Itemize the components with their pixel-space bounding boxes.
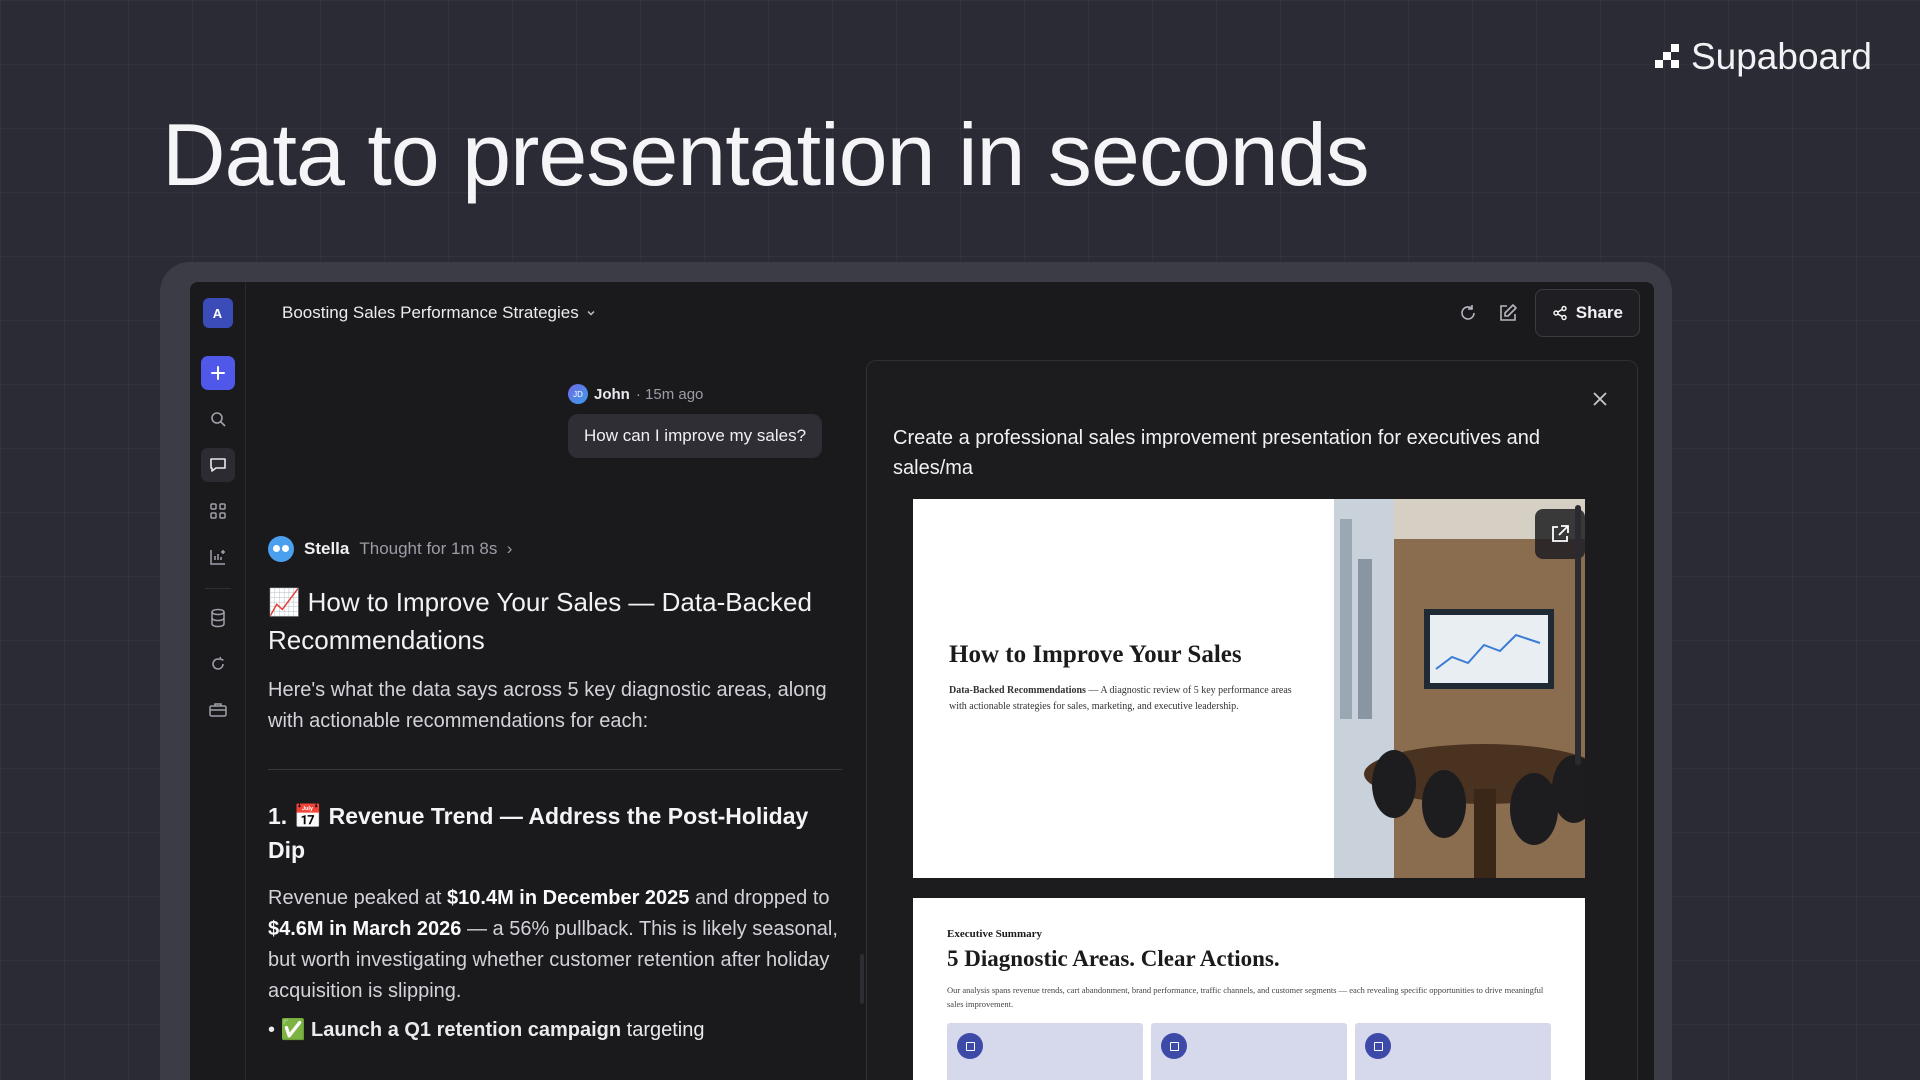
thought-duration: Thought for 1m 8s xyxy=(359,539,498,558)
list-item: • ✅ Launch a Q1 retention campaign targe… xyxy=(268,1019,705,1042)
refresh-icon xyxy=(1460,305,1475,320)
section1-heading: 1. 📅 Revenue Trend — Address the Post-Ho… xyxy=(268,803,809,863)
user-avatar: JD xyxy=(568,384,588,404)
section1-highlight: $4.6M in March 2026 xyxy=(268,918,462,941)
search-nav-button[interactable] xyxy=(201,402,235,436)
user-message-bubble: How can I improve my sales? xyxy=(568,414,823,458)
user-message-time: · 15m ago xyxy=(635,385,704,403)
search-icon xyxy=(210,412,226,427)
chat-thread[interactable]: JD John · 15m ago How can I improve my s… xyxy=(246,344,866,1080)
external-link-icon xyxy=(1552,525,1569,542)
summary-cards xyxy=(947,1023,1551,1080)
app-window: A Boosting Sales Performance Strategies … xyxy=(190,282,1654,1080)
user-message-meta: JD John · 15m ago xyxy=(568,384,822,404)
thought-duration-toggle[interactable]: Thought for 1m 8s › xyxy=(359,539,512,559)
section1-text: and dropped to xyxy=(689,887,830,910)
panel-scrollbar[interactable] xyxy=(1575,505,1581,765)
conversation-title: Boosting Sales Performance Strategies xyxy=(282,303,579,322)
briefcase-icon xyxy=(208,703,227,717)
device-frame: A Boosting Sales Performance Strategies … xyxy=(160,262,1672,1080)
chevron-down-icon xyxy=(587,310,595,316)
card-icon xyxy=(1365,1033,1391,1060)
slide-previews[interactable]: How to Improve Your Sales Data-Backed Re… xyxy=(893,499,1585,1080)
card-icon xyxy=(1161,1033,1187,1060)
user-message: JD John · 15m ago How can I improve my s… xyxy=(568,384,823,458)
refresh-spark-icon xyxy=(211,656,224,670)
sidebar-divider xyxy=(204,588,231,589)
presentation-panel: Create a professional sales improvement … xyxy=(866,360,1638,1080)
response-heading: 📈 How to Improve Your Sales — Data-Backe… xyxy=(268,587,812,655)
slide1-text-area: How to Improve Your Sales Data-Backed Re… xyxy=(913,499,1334,878)
slide2-eyebrow: Executive Summary xyxy=(947,928,1043,940)
topbar-actions: Share xyxy=(1455,289,1640,337)
toolbox-nav-button[interactable] xyxy=(201,693,235,727)
chat-nav-button[interactable] xyxy=(200,448,235,482)
boardroom-image xyxy=(1334,499,1585,878)
edit-button[interactable] xyxy=(1495,300,1521,326)
assistant-meta: Stella Thought for 1m 8s › xyxy=(268,536,842,562)
share-icon xyxy=(1553,305,1567,321)
apps-nav-button[interactable] xyxy=(201,494,235,528)
slide2-description: Our analysis spans revenue trends, cart … xyxy=(947,985,1544,1009)
content-area: JD John · 15m ago How can I improve my s… xyxy=(246,344,1654,1080)
database-icon xyxy=(210,608,225,628)
grid-icon xyxy=(209,503,226,519)
slide1-subtitle: Data-Backed Recommendations — A diagnost… xyxy=(949,683,1298,715)
new-chat-button[interactable] xyxy=(200,356,235,390)
chat-icon xyxy=(209,458,226,472)
bullet-text: targeting xyxy=(621,1019,705,1042)
brand-name: Supaboard xyxy=(1690,36,1872,77)
summary-card xyxy=(1151,1023,1347,1080)
edit-icon xyxy=(1499,304,1517,321)
topbar: Boosting Sales Performance Strategies Sh… xyxy=(246,282,1654,344)
insights-nav-button[interactable] xyxy=(201,647,235,681)
workspace-avatar[interactable]: A xyxy=(202,298,233,328)
supaboard-logo-icon xyxy=(1654,44,1681,70)
card-icon xyxy=(957,1033,983,1060)
resize-handle[interactable] xyxy=(860,954,864,1004)
close-icon xyxy=(1593,392,1607,406)
summary-card xyxy=(947,1023,1143,1080)
conversation-title-dropdown[interactable]: Boosting Sales Performance Strategies xyxy=(282,303,597,323)
refresh-button[interactable] xyxy=(1455,300,1481,326)
slide2-title: 5 Diagnostic Areas. Clear Actions. xyxy=(947,946,1280,971)
summary-card xyxy=(1355,1023,1551,1080)
brand-logo: Supaboard xyxy=(1654,36,1872,78)
hero-title: Data to presentation in seconds xyxy=(162,105,1370,204)
panel-prompt: Create a professional sales improvement … xyxy=(893,427,1541,479)
slide1-subtitle-bold: Data-Backed Recommendations xyxy=(949,685,1086,696)
slide1-title: How to Improve Your Sales xyxy=(949,641,1242,668)
close-panel-button[interactable] xyxy=(1591,387,1609,415)
main-area: Boosting Sales Performance Strategies Sh… xyxy=(246,282,1654,1080)
chevron-right-icon: › xyxy=(506,539,513,558)
chart-add-icon xyxy=(209,550,225,565)
section-divider xyxy=(268,769,842,771)
bullet-bold: ✅ Launch a Q1 retention campaign xyxy=(280,1019,622,1042)
slide-executive-summary[interactable]: Executive Summary 5 Diagnostic Areas. Cl… xyxy=(913,898,1585,1080)
response-intro: Here's what the data says across 5 key d… xyxy=(268,679,827,733)
section1-body: Revenue peaked at $10.4M in December 202… xyxy=(268,883,842,1007)
plus-icon xyxy=(210,366,225,380)
dashboard-nav-button[interactable] xyxy=(201,540,235,574)
slide-title[interactable]: How to Improve Your Sales Data-Backed Re… xyxy=(913,499,1585,878)
sidebar: A xyxy=(190,282,246,1080)
assistant-name: Stella xyxy=(304,539,350,558)
stella-avatar xyxy=(268,536,294,562)
database-nav-button[interactable] xyxy=(201,601,235,635)
share-label: Share xyxy=(1575,303,1623,322)
assistant-message: Stella Thought for 1m 8s › 📈 How to Impr… xyxy=(268,536,842,1042)
user-name: John xyxy=(594,385,630,403)
section1-text: Revenue peaked at xyxy=(268,887,448,910)
section1-highlight: $10.4M in December 2025 xyxy=(447,887,690,910)
share-button[interactable]: Share xyxy=(1534,289,1640,337)
